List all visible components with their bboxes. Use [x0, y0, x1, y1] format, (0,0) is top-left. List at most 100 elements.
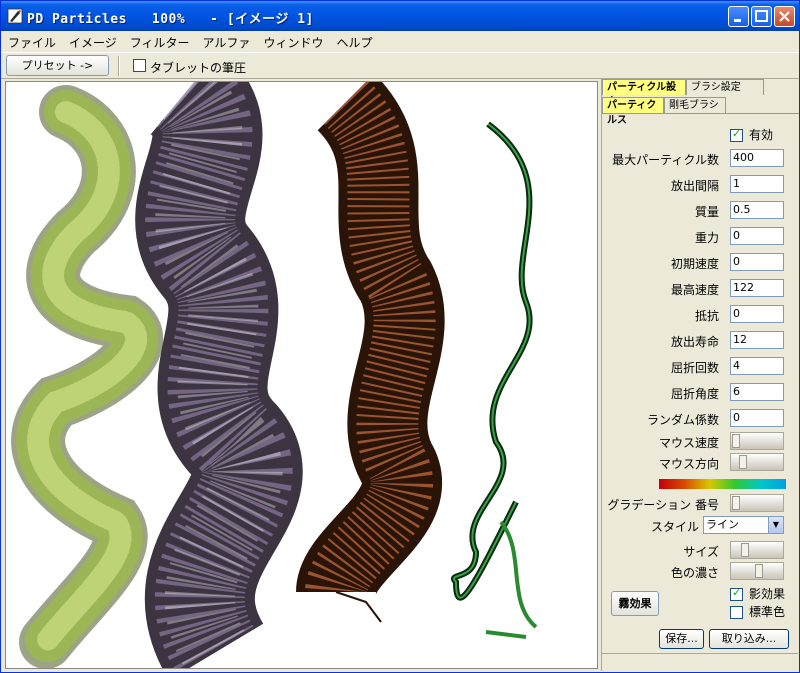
toolbar-separator: [118, 56, 120, 76]
fog-effect-button[interactable]: 霧効果: [611, 591, 659, 616]
green-line-stroke: [451, 121, 538, 639]
settings-tabs: パーティクル設定 ブラシ設定: [602, 79, 799, 108]
enabled-checkbox[interactable]: [730, 127, 743, 142]
chevron-down-icon[interactable]: ▼: [768, 517, 783, 533]
style-label: スタイル: [650, 520, 699, 534]
field-label: 抵抗: [694, 309, 719, 323]
enabled-label: 有効: [749, 128, 774, 142]
enabled-row: 有効: [730, 126, 773, 142]
tablet-pressure-label: タブレットの筆圧: [150, 61, 247, 75]
field-label: 最高速度: [670, 283, 719, 297]
title-bar[interactable]: PD Particles 100% - [イメージ 1]: [1, 1, 799, 31]
mouse-direction-label: マウス方向: [658, 457, 719, 471]
slider-thumb[interactable]: [741, 543, 749, 557]
style-row: スタイル ライン ▼: [602, 515, 799, 535]
preset-button[interactable]: プリセット ->: [6, 55, 109, 76]
tab-particle-settings[interactable]: パーティクル設定: [602, 79, 686, 108]
brush-app-icon: [7, 8, 23, 24]
style-value: ライン: [706, 518, 739, 531]
mouse-speed-label: マウス速度: [658, 436, 719, 450]
initial-speed-input[interactable]: 0: [730, 253, 784, 271]
field-label: 最大パーティクル数: [612, 153, 719, 167]
emit-lifetime-input[interactable]: 12: [730, 331, 784, 349]
field-row: 抵抗 0: [602, 304, 799, 324]
app-window: PD Particles 100% - [イメージ 1] ファイル イメージ フィル…: [0, 0, 800, 673]
menu-bar: ファイル イメージ フィルター アルファ ウィンドウ ヘルプ: [1, 31, 799, 51]
field-row: 重力 0: [602, 226, 799, 246]
tablet-pressure-checkbox[interactable]: [133, 59, 146, 72]
shadow-checkbox[interactable]: [730, 586, 743, 601]
field-label: ランダム係数: [646, 413, 719, 427]
field-row: 最高速度 122: [602, 278, 799, 298]
max-particles-input[interactable]: 400: [730, 149, 784, 167]
gravity-input[interactable]: 0: [730, 227, 784, 245]
mouse-direction-row: マウス方向: [602, 452, 799, 472]
settings-panel: パーティクル設定 ブラシ設定 パーティクルス 剛毛ブラシ 有効 最大パーティクル…: [601, 79, 799, 671]
size-row: サイズ: [602, 540, 799, 560]
minimize-button[interactable]: [728, 6, 749, 27]
size-label: サイズ: [683, 545, 719, 559]
random-factor-input[interactable]: 0: [730, 409, 784, 427]
standard-color-checkbox[interactable]: [730, 606, 743, 619]
minimize-icon: [734, 19, 741, 22]
maximize-icon: [755, 10, 768, 22]
save-button[interactable]: 保存...: [659, 629, 704, 649]
color-density-label: 色の濃さ: [670, 566, 719, 580]
window-title: PD Particles 100% - [イメージ 1]: [27, 12, 314, 27]
gradient-preview: [659, 479, 786, 489]
field-row: 質量 0.5: [602, 200, 799, 220]
color-density-slider[interactable]: [730, 562, 784, 580]
mouse-direction-slider[interactable]: [730, 453, 784, 471]
status-bar: [601, 653, 798, 669]
menu-help[interactable]: ヘルプ: [329, 31, 378, 51]
green-fur-stroke: [11, 85, 163, 668]
field-row: 屈折角度 6: [602, 382, 799, 402]
menu-file[interactable]: ファイル: [1, 31, 62, 51]
tab-brush-settings[interactable]: ブラシ設定: [686, 79, 764, 95]
field-row: 初期速度 0: [602, 252, 799, 272]
menu-filter[interactable]: フィルター: [123, 31, 196, 51]
mass-input[interactable]: 0.5: [730, 201, 784, 219]
max-speed-input[interactable]: 122: [730, 279, 784, 297]
import-button[interactable]: 取り込み...: [709, 629, 789, 649]
menu-window[interactable]: ウィンドウ: [256, 31, 329, 51]
field-label: 放出間隔: [670, 179, 719, 193]
drawing-canvas[interactable]: [5, 81, 598, 669]
field-label: 重力: [694, 231, 719, 245]
field-label: 質量: [694, 205, 719, 219]
standard-color-row: 標準色: [730, 603, 785, 619]
color-density-row: 色の濃さ: [602, 561, 799, 581]
shadow-label: 影効果: [749, 587, 786, 601]
close-icon: [779, 11, 790, 22]
close-button[interactable]: [774, 6, 795, 27]
resistance-input[interactable]: 0: [730, 305, 784, 323]
brown-tree-stroke: [296, 82, 445, 623]
gradient-number-slider[interactable]: [730, 494, 784, 512]
gradient-number-label: グラデーション 番号: [607, 498, 719, 512]
slider-thumb[interactable]: [739, 455, 747, 469]
slider-thumb[interactable]: [732, 434, 740, 448]
tab-bristle-brush[interactable]: 剛毛ブラシ: [664, 97, 726, 113]
mouse-speed-slider[interactable]: [730, 432, 784, 450]
menu-alpha[interactable]: アルファ: [196, 31, 257, 51]
field-label: 屈折回数: [670, 361, 719, 375]
style-select[interactable]: ライン ▼: [703, 516, 784, 534]
tab-particles[interactable]: パーティクルス: [602, 97, 664, 126]
emit-interval-input[interactable]: 1: [730, 175, 784, 193]
field-row: 屈折回数 4: [602, 356, 799, 376]
field-label: 初期速度: [670, 257, 719, 271]
standard-color-label: 標準色: [749, 605, 786, 619]
refraction-angle-input[interactable]: 6: [730, 383, 784, 401]
menu-image[interactable]: イメージ: [62, 31, 123, 51]
slider-thumb[interactable]: [732, 496, 740, 510]
refraction-count-input[interactable]: 4: [730, 357, 784, 375]
size-slider[interactable]: [730, 541, 784, 559]
sub-tabs: パーティクルス 剛毛ブラシ: [602, 96, 799, 126]
maximize-button[interactable]: [751, 6, 772, 27]
slider-thumb[interactable]: [755, 564, 763, 578]
field-label: 屈折角度: [670, 387, 719, 401]
shadow-row: 影効果: [730, 585, 785, 601]
field-label: 放出寿命: [670, 335, 719, 349]
mouse-speed-row: マウス速度: [602, 431, 799, 451]
field-row: 放出間隔 1: [602, 174, 799, 194]
